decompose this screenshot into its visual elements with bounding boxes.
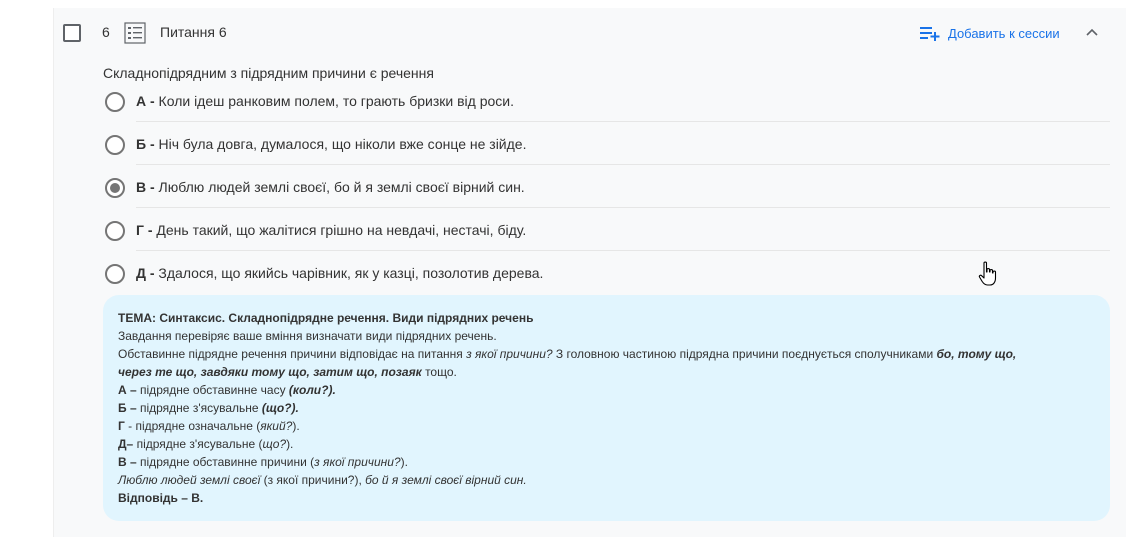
option-text: В - Люблю людей землі своєї, бо й я земл… [136,179,525,195]
playlist-add-icon [920,27,940,41]
radio-button[interactable] [105,264,125,284]
answer-option-a[interactable]: А - Коли ідеш ранковим полем, то грають … [103,88,1110,122]
list-icon [124,22,146,44]
divider [136,250,1110,251]
explanation-line: через те що, завдяки тому що, затим що, … [118,365,457,379]
chevron-up-icon[interactable] [1083,24,1101,42]
hand-cursor-icon [978,261,997,286]
radio-button[interactable] [105,92,125,112]
explanation-box: ТЕМА: Синтаксис. Складнопідрядне речення… [103,295,1110,521]
explanation-answer: Відповідь – В. [118,491,204,505]
answer-option-g[interactable]: Г - День такий, що жалітися грішно на не… [103,217,1110,251]
explanation-topic: ТЕМА: Синтаксис. Складнопідрядне речення… [118,311,534,325]
explanation-line: В – підрядне обставинне причини (з якої … [118,455,408,469]
explanation-line: Б – підрядне з'ясувальне (що?). [118,401,299,415]
question-title: Питання 6 [160,24,227,40]
radio-button-selected[interactable] [105,178,125,198]
add-to-session-label: Добавить к сессии [948,25,1060,41]
explanation-line: Обставинне підрядне речення причини відп… [118,347,1017,361]
explanation-line: Д– підрядне з'ясувальне (що?). [118,437,294,451]
explanation-line: А – підрядне обставинне часу (коли?). [118,383,336,397]
radio-button[interactable] [105,135,125,155]
question-checkbox[interactable] [63,24,81,42]
answer-option-v[interactable]: В - Люблю людей землі своєї, бо й я земл… [103,174,1110,208]
divider [136,164,1110,165]
option-text: Д - Здалося, що якийсь чарівник, як у ка… [136,265,544,281]
answer-option-b[interactable]: Б - Ніч була довга, думалося, що ніколи … [103,131,1110,165]
option-text: Г - День такий, що жалітися грішно на не… [136,222,527,238]
question-number: 6 [102,24,110,40]
answer-option-d[interactable]: Д - Здалося, що якийсь чарівник, як у ка… [103,260,1110,290]
explanation-example: Люблю людей землі своєї (з якої причини?… [118,473,527,487]
divider [136,121,1110,122]
option-text: Б - Ніч була довга, думалося, що ніколи … [136,136,527,152]
radio-button[interactable] [105,221,125,241]
divider [136,207,1110,208]
explanation-line: Завдання перевіряє ваше вміння визначати… [118,329,497,343]
question-text: Складнопідрядним з підрядним причини є р… [103,65,434,81]
add-to-session-button[interactable]: Добавить к сессии [920,24,1060,42]
option-text: А - Коли ідеш ранковим полем, то грають … [136,93,514,109]
explanation-line: Г - підрядне означальне (який?). [118,419,300,433]
